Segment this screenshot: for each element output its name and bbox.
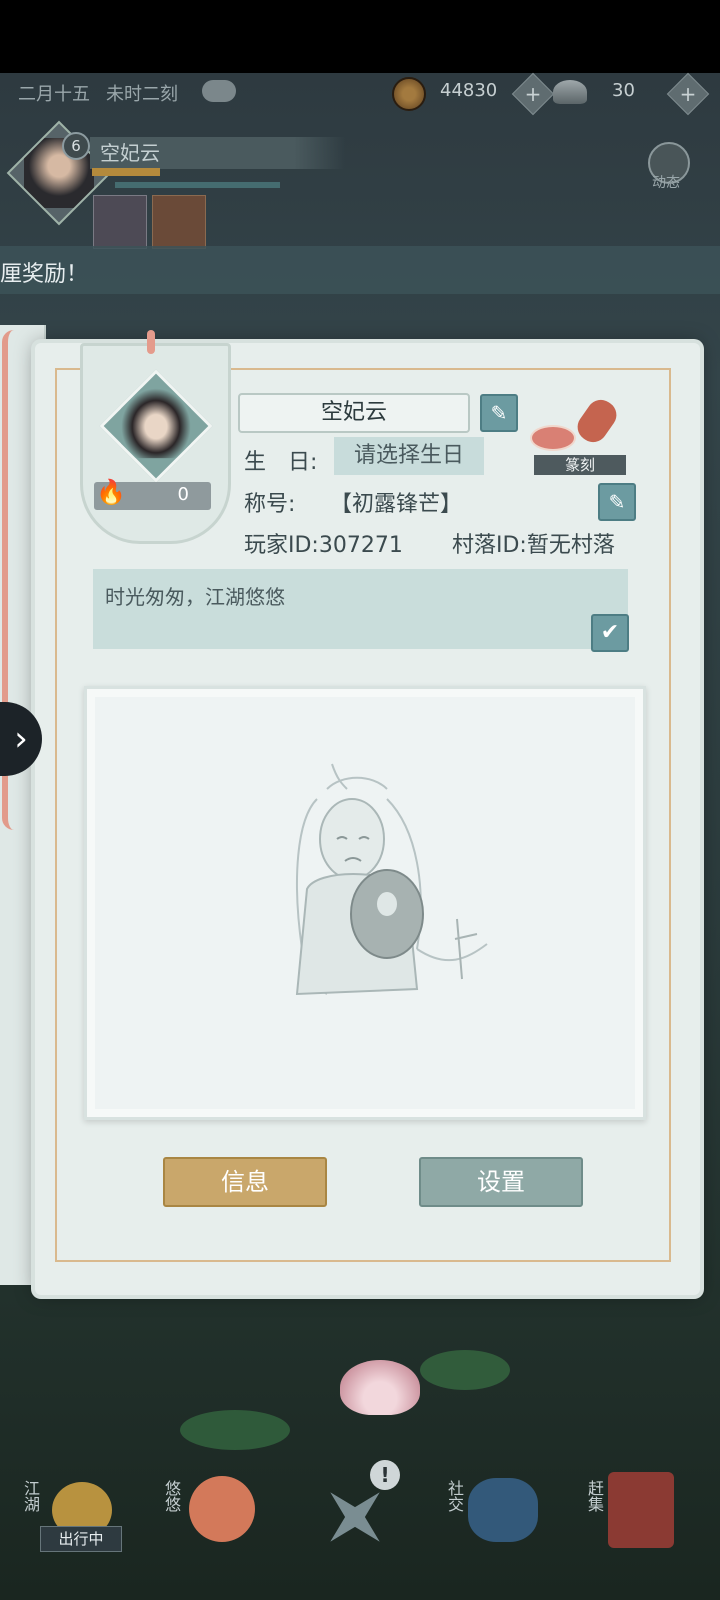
nav-center-compass[interactable]: ! bbox=[310, 1460, 400, 1560]
seal-carving-button[interactable] bbox=[530, 394, 625, 455]
title-value: 【初露锋芒】 bbox=[330, 492, 463, 517]
nav-social-label: 社交 bbox=[445, 1480, 464, 1512]
social-icon bbox=[468, 1478, 538, 1542]
signature-box[interactable]: 时光匆匆，江湖悠悠 bbox=[93, 569, 628, 649]
reward-banner-text: 厘奖励！ bbox=[0, 262, 89, 287]
nav-social[interactable]: 社交 bbox=[438, 1470, 548, 1560]
portrait-card[interactable] bbox=[80, 343, 231, 544]
status-bar bbox=[0, 0, 720, 73]
popularity-count: 0 bbox=[177, 484, 189, 505]
edit-title-button[interactable]: ✎ bbox=[598, 483, 636, 521]
nav-market[interactable]: 赶集 bbox=[578, 1470, 688, 1560]
seal-stamp-icon bbox=[572, 394, 622, 448]
seal-paste-icon bbox=[530, 425, 576, 451]
ingot-count: 30 bbox=[612, 80, 635, 101]
player-name: 空妃云 bbox=[90, 137, 345, 169]
birthday-label: 生 日: bbox=[244, 450, 318, 475]
time-label: 未时二刻 bbox=[106, 84, 178, 105]
lily-pad-decoration bbox=[420, 1350, 510, 1390]
village-id: 村落ID:暂无村落 bbox=[452, 533, 615, 558]
pencil-icon: ✎ bbox=[608, 490, 626, 514]
nav-youyou-label: 悠悠 bbox=[162, 1480, 181, 1512]
flame-icon: 🔥 bbox=[96, 478, 126, 506]
player-energy-bar bbox=[115, 182, 280, 188]
lily-pad-decoration bbox=[180, 1410, 290, 1450]
sad-character-illustration bbox=[295, 763, 488, 996]
info-button[interactable]: 信息 bbox=[163, 1157, 327, 1207]
signature-text: 时光匆匆，江湖悠悠 bbox=[105, 585, 285, 609]
weather-cloud-icon bbox=[202, 80, 236, 102]
notification-badge: ! bbox=[370, 1460, 400, 1490]
title-label: 称号: bbox=[244, 492, 296, 517]
nav-jianghu[interactable]: 江湖 出行中 bbox=[14, 1470, 124, 1560]
date-label: 二月十五 bbox=[18, 84, 90, 105]
birthday-select[interactable]: 请选择生日 bbox=[334, 437, 484, 475]
silver-ingot-icon bbox=[553, 80, 587, 104]
player-id: 玩家ID:307271 bbox=[244, 533, 403, 558]
seal-label: 篆刻 bbox=[534, 455, 626, 475]
nav-market-label: 赶集 bbox=[585, 1480, 604, 1512]
card-hanging-cord bbox=[147, 330, 155, 354]
market-icon bbox=[608, 1472, 674, 1548]
reward-banner: 厘奖励！ bbox=[0, 246, 720, 294]
player-level-badge: 6 bbox=[62, 132, 90, 160]
settings-button[interactable]: 设置 bbox=[419, 1157, 583, 1207]
portrait-face bbox=[121, 388, 191, 459]
nav-jianghu-label: 江湖 bbox=[21, 1480, 40, 1512]
coin-count: 44830 bbox=[440, 80, 498, 101]
edit-name-button[interactable]: ✎ bbox=[480, 394, 518, 432]
checkmark-icon: ✔ bbox=[600, 620, 620, 645]
popularity-bar: 🔥 0 bbox=[94, 478, 211, 510]
travel-status-badge: 出行中 bbox=[40, 1526, 122, 1552]
confirm-signature-button[interactable]: ✔ bbox=[591, 614, 629, 652]
portrait-frame bbox=[99, 369, 213, 483]
pencil-icon: ✎ bbox=[490, 401, 508, 425]
companion-slot-1[interactable] bbox=[93, 195, 147, 249]
youyou-icon bbox=[189, 1476, 255, 1542]
activity-label: 动态 bbox=[652, 175, 680, 191]
character-illustration-frame bbox=[84, 686, 646, 1120]
nav-youyou[interactable]: 悠悠 bbox=[155, 1470, 265, 1560]
player-exp-bar bbox=[92, 168, 160, 176]
profile-name: 空妃云 bbox=[238, 393, 470, 433]
lotus-flower-decoration bbox=[340, 1360, 420, 1415]
companion-slot-2[interactable] bbox=[152, 195, 206, 249]
copper-coin-icon bbox=[392, 77, 426, 111]
